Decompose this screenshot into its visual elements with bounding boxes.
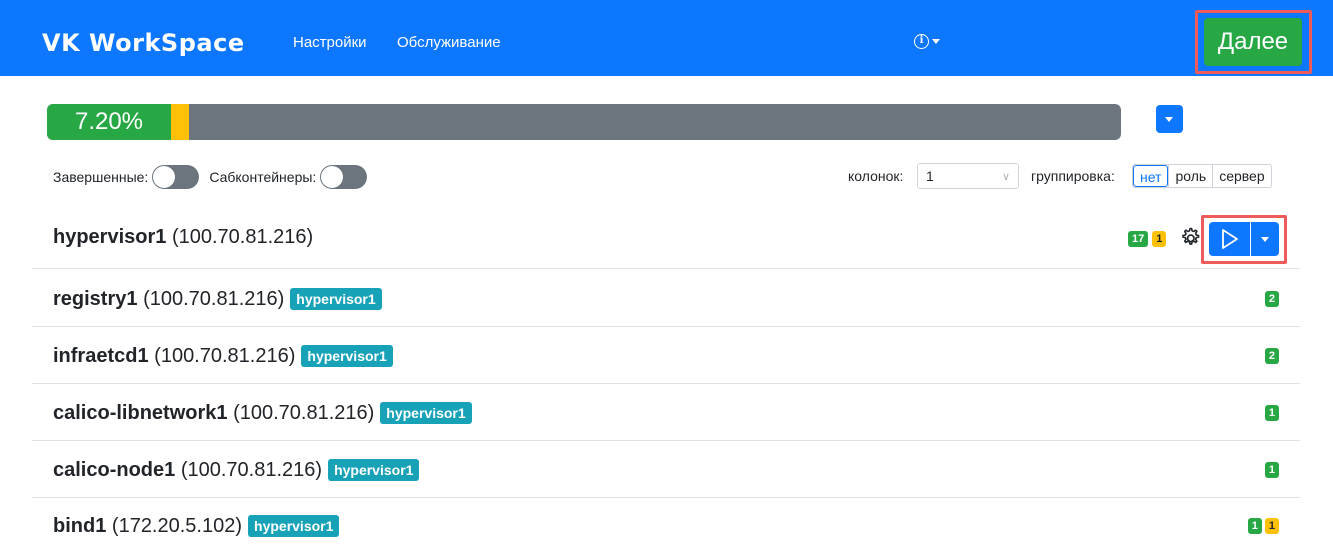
brand-logo[interactable]: VK WorkSpace <box>42 28 245 58</box>
container-name: calico-libnetwork1 <box>53 402 228 424</box>
container-status-badges: 2 <box>1264 291 1279 307</box>
container-status-badges: 2 <box>1264 348 1279 364</box>
host-tag: hypervisor1 <box>301 345 393 367</box>
container-ip: (100.70.81.216) <box>180 459 323 481</box>
container-row[interactable]: calico-node1 (100.70.81.216) hypervisor1… <box>32 441 1300 498</box>
host-status-badges: 17 1 <box>1128 231 1167 247</box>
status-badge-ok: 1 <box>1264 405 1279 421</box>
next-button[interactable]: Далее <box>1204 18 1302 66</box>
subcontainers-label: Сабконтейнеры: <box>209 169 317 185</box>
container-name: infraetcd1 <box>53 345 149 367</box>
filter-toggles: Завершенные: Сабконтейнеры: <box>53 165 377 189</box>
container-status-badges: 1 <box>1264 462 1279 478</box>
completed-label: Завершенные: <box>53 169 149 185</box>
columns-select[interactable]: 1 ∨ <box>917 163 1019 189</box>
run-button[interactable] <box>1209 222 1250 256</box>
host-title: hypervisor1 (100.70.81.216) <box>53 224 313 250</box>
nav-maintenance-link[interactable]: Обслуживание <box>397 33 501 53</box>
container-name: registry1 <box>53 288 138 310</box>
container-row[interactable]: bind1 (172.20.5.102) hypervisor1 1 1 <box>32 497 1300 546</box>
caret-down-icon <box>932 39 940 44</box>
chevron-down-icon: ∨ <box>1001 171 1010 183</box>
host-tag: hypervisor1 <box>290 288 382 310</box>
container-name: bind1 <box>53 515 107 537</box>
container-row[interactable]: infraetcd1 (100.70.81.216) hypervisor1 2 <box>32 327 1300 384</box>
status-badge-ok: 1 <box>1264 462 1279 478</box>
container-ip: (100.70.81.216) <box>154 345 296 367</box>
columns-value: 1 <box>926 168 934 184</box>
container-title: registry1 (100.70.81.216) hypervisor1 <box>53 286 382 312</box>
container-row[interactable]: registry1 (100.70.81.216) hypervisor1 2 <box>32 270 1300 327</box>
status-badge-ok: 17 <box>1128 231 1149 247</box>
container-ip: (100.70.81.216) <box>233 402 375 424</box>
container-title: calico-node1 (100.70.81.216) hypervisor1 <box>53 457 420 483</box>
info-menu-toggle[interactable]: i <box>914 34 940 49</box>
container-ip: (100.70.81.216) <box>143 288 285 310</box>
container-name: calico-node1 <box>53 459 176 481</box>
subcontainers-toggle[interactable] <box>320 165 368 189</box>
play-icon <box>1222 229 1238 249</box>
progress-warning-segment <box>171 104 189 140</box>
status-badge-ok: 2 <box>1264 291 1279 307</box>
caret-down-icon <box>1261 237 1269 242</box>
host-ip: (100.70.81.216) <box>171 226 314 248</box>
deploy-progress-bar: 7.20% <box>47 104 1121 140</box>
columns-label: колонок: <box>848 168 904 184</box>
grouping-option-server[interactable]: сервер <box>1212 165 1270 187</box>
container-title: infraetcd1 (100.70.81.216) hypervisor1 <box>53 343 393 369</box>
host-name: hypervisor1 <box>53 226 167 248</box>
host-tag: hypervisor1 <box>380 402 472 424</box>
container-title: bind1 (172.20.5.102) hypervisor1 <box>53 513 340 539</box>
progress-dropdown-button[interactable] <box>1156 105 1183 133</box>
status-badge-warning: 1 <box>1264 518 1279 534</box>
grouping-segmented-control: нет роль сервер <box>1132 164 1272 188</box>
progress-success-segment: 7.20% <box>47 104 171 140</box>
container-status-badges: 1 <box>1264 405 1279 421</box>
top-navbar: VK WorkSpace Настройки Обслуживание i <box>0 0 1333 76</box>
grouping-option-role[interactable]: роль <box>1168 165 1212 187</box>
status-badge-ok: 1 <box>1247 518 1262 534</box>
status-badge-warning: 1 <box>1152 231 1167 247</box>
grouping-label: группировка: <box>1031 168 1115 184</box>
grouping-option-none[interactable]: нет <box>1133 165 1169 187</box>
host-tag: hypervisor1 <box>248 515 340 537</box>
container-row[interactable]: calico-libnetwork1 (100.70.81.216) hyper… <box>32 384 1300 441</box>
info-circle-icon: i <box>914 34 929 49</box>
completed-toggle[interactable] <box>152 165 200 189</box>
host-row: hypervisor1 (100.70.81.216) 17 1 <box>32 212 1300 269</box>
gear-icon[interactable] <box>1178 226 1202 250</box>
container-status-badges: 1 1 <box>1247 518 1279 534</box>
run-dropdown-button[interactable] <box>1251 222 1279 256</box>
nav-settings-link[interactable]: Настройки <box>293 33 367 53</box>
caret-down-icon <box>1165 117 1173 122</box>
container-ip: (172.20.5.102) <box>111 515 243 537</box>
host-tag: hypervisor1 <box>328 459 420 481</box>
container-title: calico-libnetwork1 (100.70.81.216) hyper… <box>53 400 472 426</box>
status-badge-ok: 2 <box>1264 348 1279 364</box>
